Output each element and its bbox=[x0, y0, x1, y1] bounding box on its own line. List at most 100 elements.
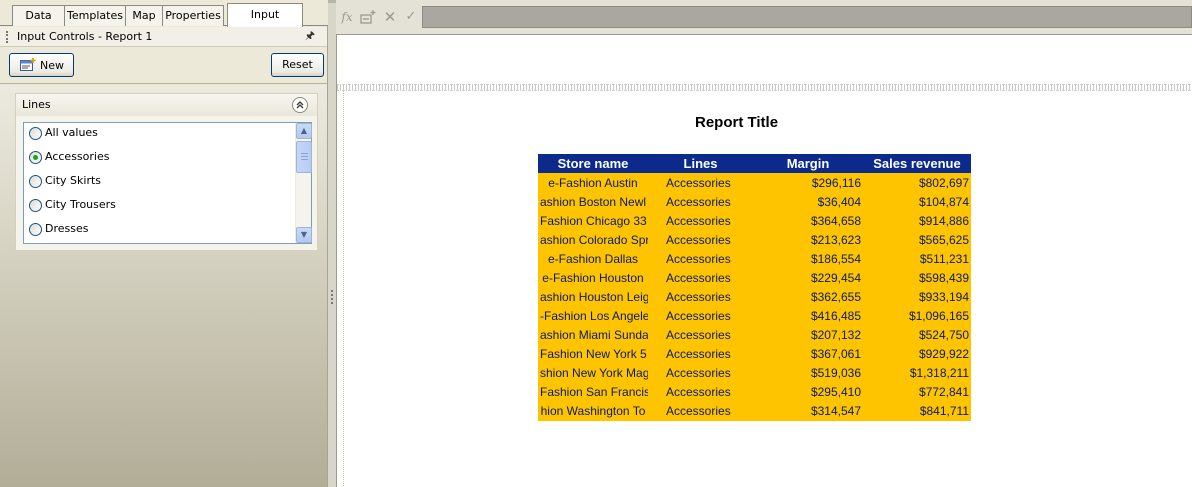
cell-sales-revenue[interactable]: $598,439 bbox=[863, 268, 971, 287]
cell-lines[interactable]: Accessories bbox=[648, 344, 753, 363]
cell-store-name[interactable]: ashion Boston Newl bbox=[538, 192, 648, 211]
cancel-icon[interactable]: ✕ bbox=[381, 8, 399, 26]
cell-store-name[interactable]: ashion Houston Leig bbox=[538, 287, 648, 306]
cell-margin[interactable]: $362,655 bbox=[753, 287, 863, 306]
cell-lines[interactable]: Accessories bbox=[648, 287, 753, 306]
cell-sales-revenue[interactable]: $524,750 bbox=[863, 325, 971, 344]
list-scrollbar[interactable]: ▲ ▼ bbox=[295, 123, 312, 243]
table-row[interactable]: ashion Boston Newl Accessories $36,404 $104… bbox=[538, 192, 971, 211]
validate-icon[interactable]: ✓ bbox=[402, 8, 420, 26]
cell-margin[interactable]: $186,554 bbox=[753, 249, 863, 268]
report-canvas[interactable]: Report Title Store name Lines Margin Sal… bbox=[336, 34, 1192, 487]
reset-button[interactable]: Reset bbox=[271, 53, 324, 77]
cell-margin[interactable]: $213,623 bbox=[753, 230, 863, 249]
table-row[interactable]: Fashion New York 5 Accessories $367,061 $92… bbox=[538, 344, 971, 363]
tab-input-controls[interactable]: Input Controls bbox=[227, 3, 303, 43]
radio-button[interactable] bbox=[29, 175, 42, 188]
cell-store-name[interactable]: Fashion New York 5 bbox=[538, 344, 648, 363]
table-row[interactable]: e-Fashion Dallas Accessories $186,554 $511,… bbox=[538, 249, 971, 268]
column-header-lines[interactable]: Lines bbox=[648, 154, 753, 173]
cell-lines[interactable]: Accessories bbox=[648, 268, 753, 287]
table-row[interactable]: hion Washington To Accessories $314,547 $84… bbox=[538, 401, 971, 421]
list-item-city-trousers[interactable]: City Trousers bbox=[27, 195, 295, 217]
panel-splitter[interactable] bbox=[329, 0, 336, 487]
cell-sales-revenue[interactable]: $565,625 bbox=[863, 230, 971, 249]
cell-lines[interactable]: Accessories bbox=[648, 325, 753, 344]
table-row[interactable]: ashion Houston Leig Accessories $362,655 $9… bbox=[538, 287, 971, 306]
lines-control-header[interactable]: Lines bbox=[16, 94, 317, 116]
cell-store-name[interactable]: e-Fashion Austin bbox=[538, 173, 648, 192]
cell-sales-revenue[interactable]: $772,841 bbox=[863, 382, 971, 401]
cell-lines[interactable]: Accessories bbox=[648, 382, 753, 401]
cell-margin[interactable]: $295,410 bbox=[753, 382, 863, 401]
fx-icon[interactable]: fx bbox=[338, 8, 356, 26]
column-header-store-name[interactable]: Store name bbox=[538, 154, 648, 173]
cell-lines[interactable]: Accessories bbox=[648, 192, 753, 211]
cell-store-name[interactable]: -Fashion Los Angele bbox=[538, 306, 648, 325]
radio-button[interactable] bbox=[29, 199, 42, 212]
pin-icon[interactable]: 🖈 bbox=[303, 29, 317, 43]
tab-map[interactable]: Map bbox=[125, 5, 163, 26]
table-row[interactable]: ashion Colorado Spr Accessories $213,623 $5… bbox=[538, 230, 971, 249]
table-row[interactable]: Fashion San Francis Accessories $295,410 $7… bbox=[538, 382, 971, 401]
new-button[interactable]: New bbox=[9, 53, 74, 77]
cell-sales-revenue[interactable]: $802,697 bbox=[863, 173, 971, 192]
scroll-down-icon[interactable]: ▼ bbox=[296, 227, 312, 243]
cell-sales-revenue[interactable]: $511,231 bbox=[863, 249, 971, 268]
cell-margin[interactable]: $229,454 bbox=[753, 268, 863, 287]
cell-lines[interactable]: Accessories bbox=[648, 306, 753, 325]
cell-store-name[interactable]: e-Fashion Dallas bbox=[538, 249, 648, 268]
table-row[interactable]: -Fashion Los Angele Accessories $416,485 $1… bbox=[538, 306, 971, 325]
cell-sales-revenue[interactable]: $1,318,211 bbox=[863, 363, 971, 382]
table-row[interactable]: e-Fashion Austin Accessories $296,116 $802,… bbox=[538, 173, 971, 192]
cell-store-name[interactable]: e-Fashion Houston bbox=[538, 268, 648, 287]
column-header-sales-revenue[interactable]: Sales revenue bbox=[863, 154, 971, 173]
cell-sales-revenue[interactable]: $1,096,165 bbox=[863, 306, 971, 325]
cell-sales-revenue[interactable]: $933,194 bbox=[863, 287, 971, 306]
cell-sales-revenue[interactable]: $914,886 bbox=[863, 211, 971, 230]
cell-store-name[interactable]: Fashion San Francis bbox=[538, 382, 648, 401]
tab-templates[interactable]: Templates bbox=[64, 5, 126, 26]
tab-properties[interactable]: Properties bbox=[162, 5, 224, 26]
lines-value-list[interactable]: All values Accessories City Skirts City … bbox=[23, 122, 312, 244]
cell-margin[interactable]: $367,061 bbox=[753, 344, 863, 363]
scroll-up-icon[interactable]: ▲ bbox=[296, 123, 312, 139]
cell-store-name[interactable]: Fashion Chicago 33 bbox=[538, 211, 648, 230]
insert-variable-icon[interactable] bbox=[359, 8, 377, 26]
cell-store-name[interactable]: ashion Colorado Spr bbox=[538, 230, 648, 249]
list-item-accessories[interactable]: Accessories bbox=[27, 147, 295, 169]
table-row[interactable]: Fashion Chicago 33 Accessories $364,658 $91… bbox=[538, 211, 971, 230]
cell-margin[interactable]: $314,547 bbox=[753, 401, 863, 421]
radio-button-selected[interactable] bbox=[29, 151, 42, 164]
list-item-city-skirts[interactable]: City Skirts bbox=[27, 171, 295, 193]
column-header-margin[interactable]: Margin bbox=[753, 154, 863, 173]
cell-lines[interactable]: Accessories bbox=[648, 401, 753, 421]
cell-margin[interactable]: $364,658 bbox=[753, 211, 863, 230]
cell-margin[interactable]: $207,132 bbox=[753, 325, 863, 344]
table-row[interactable]: ashion Miami Sunda Accessories $207,132 $52… bbox=[538, 325, 971, 344]
radio-button[interactable] bbox=[29, 127, 42, 140]
cell-lines[interactable]: Accessories bbox=[648, 249, 753, 268]
cell-store-name[interactable]: ashion Miami Sunda bbox=[538, 325, 648, 344]
radio-button[interactable] bbox=[29, 223, 42, 236]
cell-store-name[interactable]: hion Washington To bbox=[538, 401, 648, 421]
cell-sales-revenue[interactable]: $841,711 bbox=[863, 401, 971, 421]
tab-data[interactable]: Data bbox=[12, 5, 65, 26]
cell-margin[interactable]: $36,404 bbox=[753, 192, 863, 211]
list-item-all-values[interactable]: All values bbox=[27, 123, 295, 145]
cell-lines[interactable]: Accessories bbox=[648, 173, 753, 192]
cell-lines[interactable]: Accessories bbox=[648, 230, 753, 249]
cell-sales-revenue[interactable]: $929,922 bbox=[863, 344, 971, 363]
cell-sales-revenue[interactable]: $104,874 bbox=[863, 192, 971, 211]
scroll-thumb[interactable] bbox=[296, 141, 312, 173]
table-row[interactable]: e-Fashion Houston Accessories $229,454 $598… bbox=[538, 268, 971, 287]
cell-store-name[interactable]: shion New York Mag bbox=[538, 363, 648, 382]
list-item-dresses[interactable]: Dresses bbox=[27, 219, 295, 241]
cell-lines[interactable]: Accessories bbox=[648, 363, 753, 382]
cell-margin[interactable]: $296,116 bbox=[753, 173, 863, 192]
table-row[interactable]: shion New York Mag Accessories $519,036 $1,… bbox=[538, 363, 971, 382]
collapse-icon[interactable] bbox=[292, 97, 308, 113]
cell-lines[interactable]: Accessories bbox=[648, 211, 753, 230]
formula-input[interactable] bbox=[422, 6, 1192, 28]
cell-margin[interactable]: $519,036 bbox=[753, 363, 863, 382]
